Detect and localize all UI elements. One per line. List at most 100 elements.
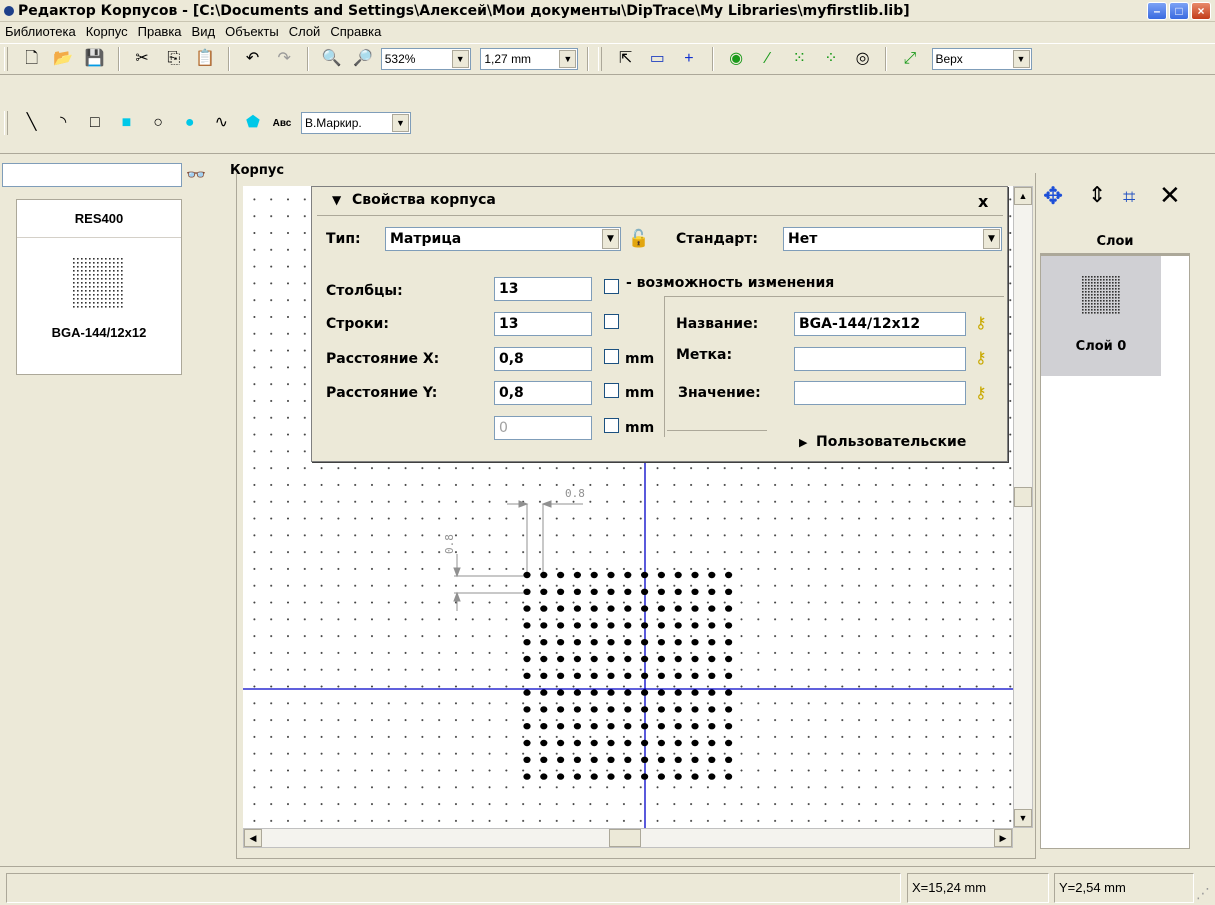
zoom-select[interactable]: 532% ▼: [380, 48, 471, 70]
pad[interactable]: [674, 605, 682, 612]
pad[interactable]: [607, 639, 615, 646]
pad[interactable]: [523, 723, 531, 730]
pad[interactable]: [557, 622, 565, 629]
pad[interactable]: [674, 672, 682, 679]
filled-rectangle-icon[interactable]: ■: [115, 111, 139, 135]
pad[interactable]: [540, 622, 548, 629]
pad[interactable]: [674, 773, 682, 780]
pad[interactable]: [708, 672, 716, 679]
pad[interactable]: [523, 756, 531, 763]
pad[interactable]: [540, 672, 548, 679]
pad[interactable]: [657, 655, 665, 663]
pad[interactable]: [557, 756, 565, 763]
collapse-arrow-icon[interactable]: ▼: [332, 193, 341, 207]
menu-help[interactable]: Справка: [325, 24, 386, 39]
pad[interactable]: [540, 655, 548, 663]
pad[interactable]: [607, 689, 615, 696]
open-folder-icon[interactable]: 📂: [51, 47, 75, 71]
pad[interactable]: [523, 773, 531, 780]
pad[interactable]: [691, 588, 699, 595]
pad[interactable]: [573, 739, 581, 747]
close-icon[interactable]: x: [978, 192, 988, 211]
pad[interactable]: [540, 706, 548, 713]
pad[interactable]: [573, 689, 581, 696]
pad[interactable]: [624, 773, 632, 780]
pad[interactable]: [641, 739, 649, 747]
pad[interactable]: [523, 706, 531, 713]
pad[interactable]: [641, 706, 649, 713]
pad[interactable]: [641, 655, 649, 663]
polyline-icon[interactable]: ∿: [209, 111, 233, 135]
pad[interactable]: [540, 773, 548, 780]
pad[interactable]: [523, 639, 531, 646]
help-key-icon[interactable]: ⚷: [975, 313, 987, 332]
pad[interactable]: [674, 639, 682, 646]
hscroll-thumb[interactable]: [609, 829, 641, 847]
minimize-button[interactable]: –: [1147, 2, 1167, 20]
pad[interactable]: [590, 588, 598, 595]
side-select[interactable]: Верх ▼: [931, 48, 1032, 70]
cut-icon[interactable]: ✂: [130, 47, 154, 71]
pad[interactable]: [691, 622, 699, 629]
pad[interactable]: [607, 605, 615, 612]
pad[interactable]: [657, 571, 665, 579]
pad-line-icon[interactable]: ⁄: [756, 47, 780, 71]
pad[interactable]: [657, 706, 665, 713]
copy-icon[interactable]: ⎘: [162, 47, 186, 71]
pad[interactable]: [674, 622, 682, 629]
pad[interactable]: [624, 756, 632, 763]
pad[interactable]: [674, 723, 682, 730]
zoom-in-icon[interactable]: 🔍: [320, 47, 344, 71]
ellipse-icon[interactable]: ○: [146, 111, 170, 135]
pad[interactable]: [641, 571, 649, 579]
list-item-selected[interactable]: BGA-144/12x12: [17, 238, 181, 374]
pad[interactable]: [691, 655, 699, 663]
chevron-down-icon[interactable]: ▼: [983, 229, 1000, 249]
resize-grip-icon[interactable]: ⋰: [1196, 885, 1210, 902]
pad[interactable]: [725, 655, 733, 663]
fit-icon[interactable]: ⌗: [1123, 184, 1135, 210]
pad[interactable]: [590, 773, 598, 780]
pad[interactable]: [607, 672, 615, 679]
pad[interactable]: [725, 756, 733, 763]
pad[interactable]: [657, 672, 665, 679]
pad[interactable]: [540, 588, 548, 595]
pad[interactable]: [691, 773, 699, 780]
close-window-button[interactable]: ×: [1191, 2, 1211, 20]
pad[interactable]: [641, 756, 649, 763]
pad[interactable]: [523, 689, 531, 696]
pad[interactable]: [523, 605, 531, 612]
pad[interactable]: [641, 588, 649, 595]
pad[interactable]: [607, 655, 615, 663]
pad[interactable]: [557, 706, 565, 713]
marking-select[interactable]: В.Маркир. ▼: [300, 112, 411, 134]
pad[interactable]: [607, 723, 615, 730]
pad[interactable]: [573, 773, 581, 780]
origin-icon[interactable]: +: [677, 47, 701, 71]
pad[interactable]: [573, 588, 581, 595]
pad[interactable]: [573, 723, 581, 730]
pad[interactable]: [691, 639, 699, 646]
vertical-scrollbar[interactable]: ▲ ▼: [1013, 186, 1033, 828]
distance-y-field[interactable]: 0,8: [494, 381, 592, 405]
pad[interactable]: [708, 588, 716, 595]
pad[interactable]: [624, 672, 632, 679]
menu-edit[interactable]: Правка: [133, 24, 187, 39]
pad[interactable]: [691, 605, 699, 612]
hole-icon[interactable]: ◎: [851, 47, 875, 71]
pad[interactable]: [523, 655, 531, 663]
pad[interactable]: [540, 689, 548, 696]
distance-x-field[interactable]: 0,8: [494, 347, 592, 371]
pad[interactable]: [674, 655, 682, 663]
pad[interactable]: [725, 672, 733, 679]
pad[interactable]: [657, 723, 665, 730]
pad[interactable]: [691, 571, 699, 579]
chevron-down-icon[interactable]: ▼: [602, 229, 619, 249]
pad[interactable]: [674, 756, 682, 763]
maximize-button[interactable]: □: [1169, 2, 1189, 20]
expand-arrow-icon[interactable]: ▶: [799, 436, 807, 449]
pad-circle-icon[interactable]: ⁘: [819, 47, 843, 71]
pad[interactable]: [657, 739, 665, 747]
pad[interactable]: [624, 588, 632, 595]
pad[interactable]: [590, 672, 598, 679]
